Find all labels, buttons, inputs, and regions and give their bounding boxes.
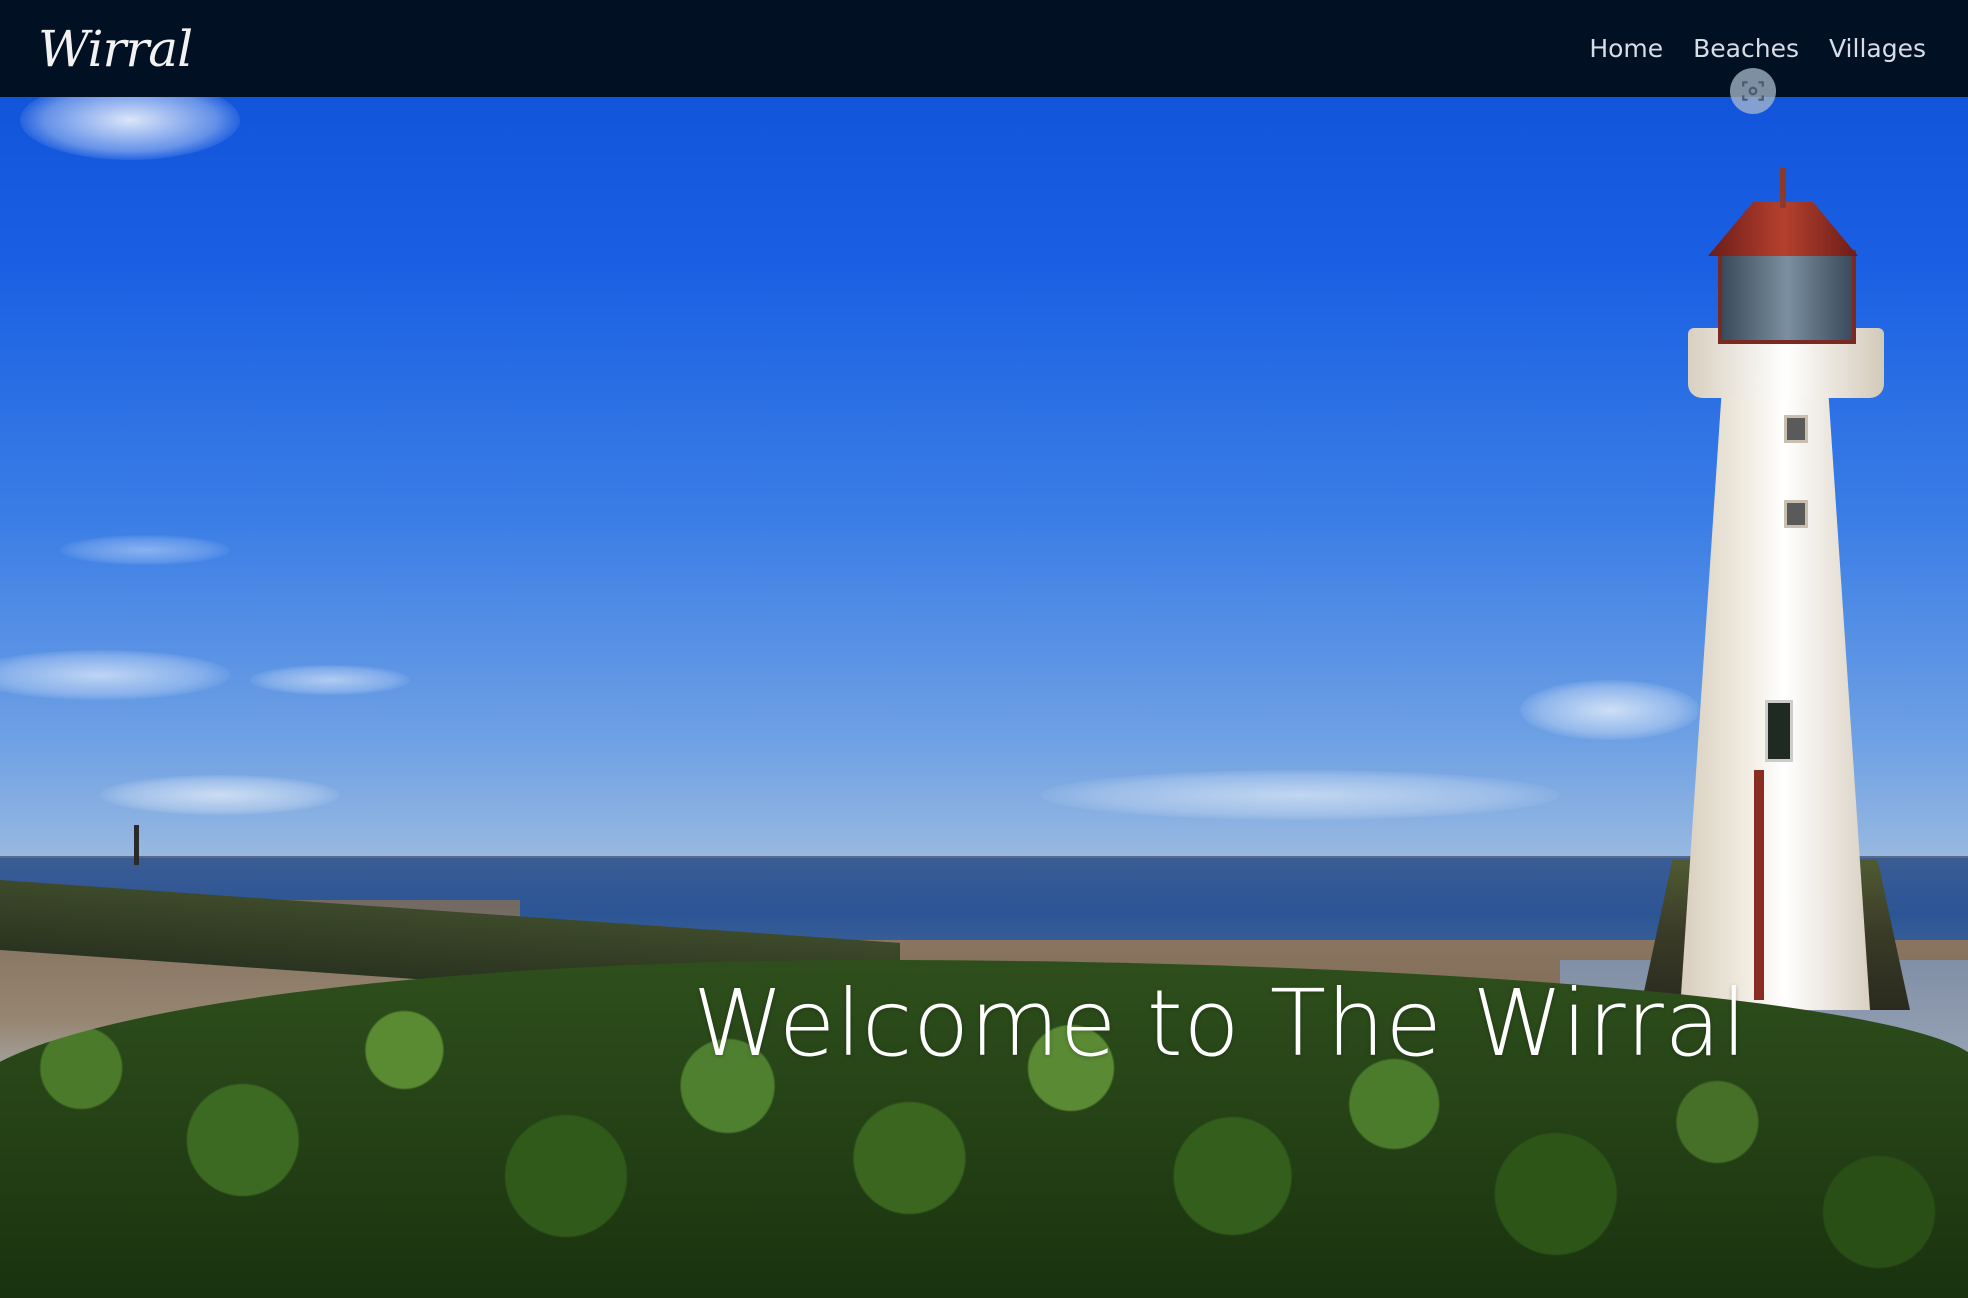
screenshot-capture-button[interactable] [1730, 68, 1776, 114]
brand-logo[interactable]: Wirral [38, 20, 193, 78]
hero-headline: Welcome to The Wirral [692, 970, 1748, 1077]
nav-link-beaches[interactable]: Beaches [1693, 34, 1799, 63]
nav-link-home[interactable]: Home [1589, 34, 1663, 63]
nav-link-villages[interactable]: Villages [1829, 34, 1926, 63]
top-navbar: Wirral Home Beaches Villages [0, 0, 1968, 97]
hero-headline-container: Welcome to The Wirral [0, 0, 1968, 1298]
nav-links: Home Beaches Villages [1589, 34, 1926, 63]
screenshot-capture-icon [1742, 81, 1764, 101]
